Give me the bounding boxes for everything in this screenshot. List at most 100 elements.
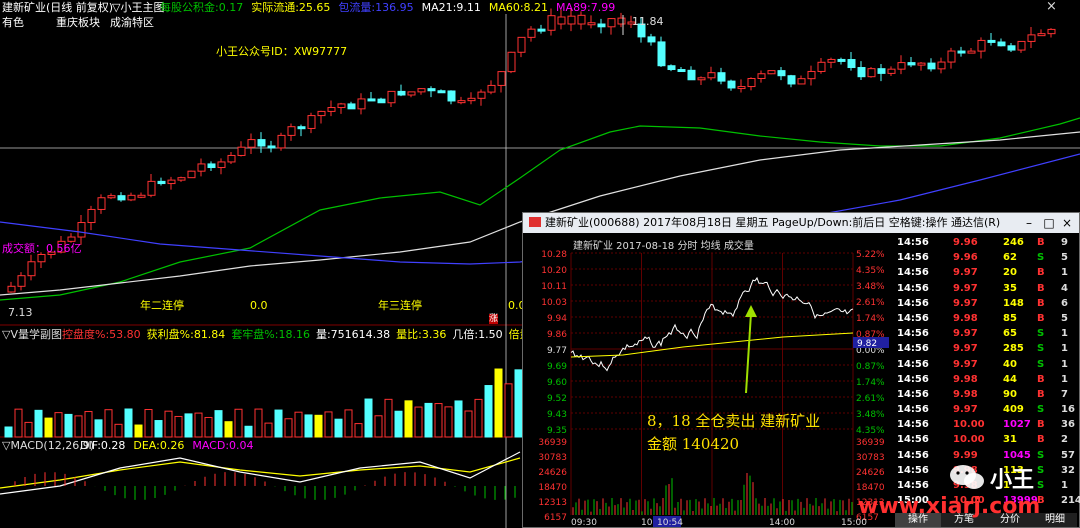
candle-body — [417, 88, 426, 93]
candle-body — [257, 139, 266, 147]
candle-body — [577, 14, 586, 25]
popup-titlebar[interactable]: 建新矿业(000688) 2017年08月18日 星期五 PageUp/Down… — [523, 213, 1079, 233]
turnover-label: 成交额：0.56亿 — [2, 242, 82, 255]
candle-body — [657, 41, 666, 67]
tick-direction: B — [1037, 312, 1045, 324]
tick-price: 9.98 — [953, 373, 978, 385]
candle-body — [557, 16, 566, 25]
candle-body — [227, 154, 236, 163]
price-axis-label: 10.11 — [541, 282, 567, 292]
percent-axis-label: 3.48% — [856, 282, 885, 292]
candle-body — [137, 194, 146, 198]
tick-price: 9.97 — [953, 343, 978, 355]
sector-tag-1[interactable]: 有色 — [2, 16, 24, 29]
volume-bar — [354, 423, 363, 438]
tick-direction: S — [1037, 343, 1045, 355]
candle-body — [247, 139, 256, 148]
close-icon[interactable]: × — [1059, 215, 1075, 231]
volume-axis-label: 24626 — [538, 468, 567, 478]
volume-indicator-1: 获利盘%:81.84 — [146, 328, 226, 341]
volume-bar — [514, 369, 523, 438]
sector-tag-2[interactable]: 重庆板块 — [56, 16, 100, 29]
candle-body — [117, 195, 126, 201]
volume-bar — [104, 409, 113, 438]
tick-row: 14:56 9.97 65 S 1 — [895, 326, 1079, 341]
volume-bar — [414, 406, 423, 438]
candle-body — [597, 23, 606, 28]
app-icon — [529, 217, 541, 227]
tick-direction: S — [1037, 449, 1045, 461]
candle-body — [957, 50, 966, 54]
candle-body — [377, 98, 386, 104]
volume-bar — [264, 422, 273, 438]
volume-indicator-3: 量:751614.38 — [315, 328, 391, 341]
volume-bar — [144, 409, 153, 438]
candle-body — [697, 77, 706, 81]
volume-panel-title[interactable]: ▽V量学副图 — [2, 328, 62, 341]
tick-count: 1 — [1061, 373, 1068, 385]
volume-axis-label-right: 36939 — [856, 438, 885, 448]
annotation-2: 0.0 — [250, 299, 268, 312]
volume-bar — [244, 425, 253, 438]
tick-row: 14:56 9.97 40 S 1 — [895, 357, 1079, 372]
percent-axis-label: 4.35% — [856, 266, 885, 276]
price-axis-label: 9.94 — [547, 314, 567, 324]
volume-bar — [464, 410, 473, 438]
volume-bar — [44, 417, 53, 438]
volume-axis-label-right: 24626 — [856, 468, 885, 478]
candle-body — [687, 69, 696, 81]
tick-time: 14:56 — [897, 464, 929, 476]
candle-body — [447, 90, 456, 102]
tick-time: 14:56 — [897, 252, 929, 264]
tick-direction: B — [1037, 237, 1045, 248]
macd-indicator-1: DEA:0.26 — [133, 439, 185, 452]
tick-volume: 90 — [1003, 388, 1017, 400]
minimize-icon[interactable]: – — [1021, 215, 1037, 231]
candle-body — [547, 15, 556, 31]
candle-body — [567, 15, 576, 25]
tick-row: 14:56 9.97 148 B 6 — [895, 296, 1079, 311]
candle-body — [297, 126, 306, 130]
tick-list[interactable]: 14:56 9.96 246 B 9 14:56 9.96 62 S 5 14:56 9.97 20 B 1… — [895, 235, 1080, 508]
indicator-name[interactable]: ▽小王主图 — [112, 1, 164, 14]
candle-body — [27, 261, 36, 277]
tick-price: 9.97 — [953, 267, 978, 279]
candle-body — [927, 62, 936, 70]
tick-time: 14:56 — [897, 297, 929, 309]
tick-volume: 31 — [1003, 434, 1017, 446]
volume-bar — [234, 408, 243, 438]
tick-volume: 148 — [1003, 297, 1024, 309]
annotation-1: 年二连停 — [140, 299, 184, 312]
tick-direction: B — [1037, 373, 1045, 385]
maximize-icon[interactable]: □ — [1041, 215, 1057, 231]
candle-body — [497, 71, 506, 86]
close-icon[interactable]: × — [1046, 0, 1057, 14]
percent-axis-label: 4.35% — [856, 426, 885, 436]
tick-count: 4 — [1061, 282, 1068, 294]
candle-body — [867, 68, 876, 78]
volume-bar — [4, 426, 13, 438]
header-indicator-4: MA60:8.21 — [488, 1, 549, 14]
candle-body — [487, 84, 496, 93]
candle-body — [77, 222, 86, 238]
price-axis-label: 9.52 — [547, 394, 567, 404]
tick-row: 14:56 9.98 44 B 1 — [895, 372, 1079, 387]
candle-body — [947, 50, 956, 63]
macd-indicator-0: DIF:0.28 — [80, 439, 126, 452]
volume-axis-label: 6157 — [544, 513, 567, 523]
candle-body — [187, 170, 196, 179]
candle-body — [907, 62, 916, 66]
candle-body — [127, 194, 136, 201]
time-axis-label: 15:00 — [841, 518, 867, 527]
tick-price: 9.97 — [953, 282, 978, 294]
sector-tag-3[interactable]: 成渝特区 — [110, 16, 154, 29]
candle-body — [437, 90, 446, 94]
trade-note-line2: 金额 140420 — [647, 435, 740, 453]
candle-body — [987, 39, 996, 43]
volume-bar — [334, 418, 343, 438]
tick-count: 9 — [1061, 237, 1068, 248]
volume-bar — [64, 413, 73, 438]
candle-body — [477, 91, 486, 99]
candle-body — [267, 145, 276, 149]
volume-bar — [24, 421, 33, 438]
